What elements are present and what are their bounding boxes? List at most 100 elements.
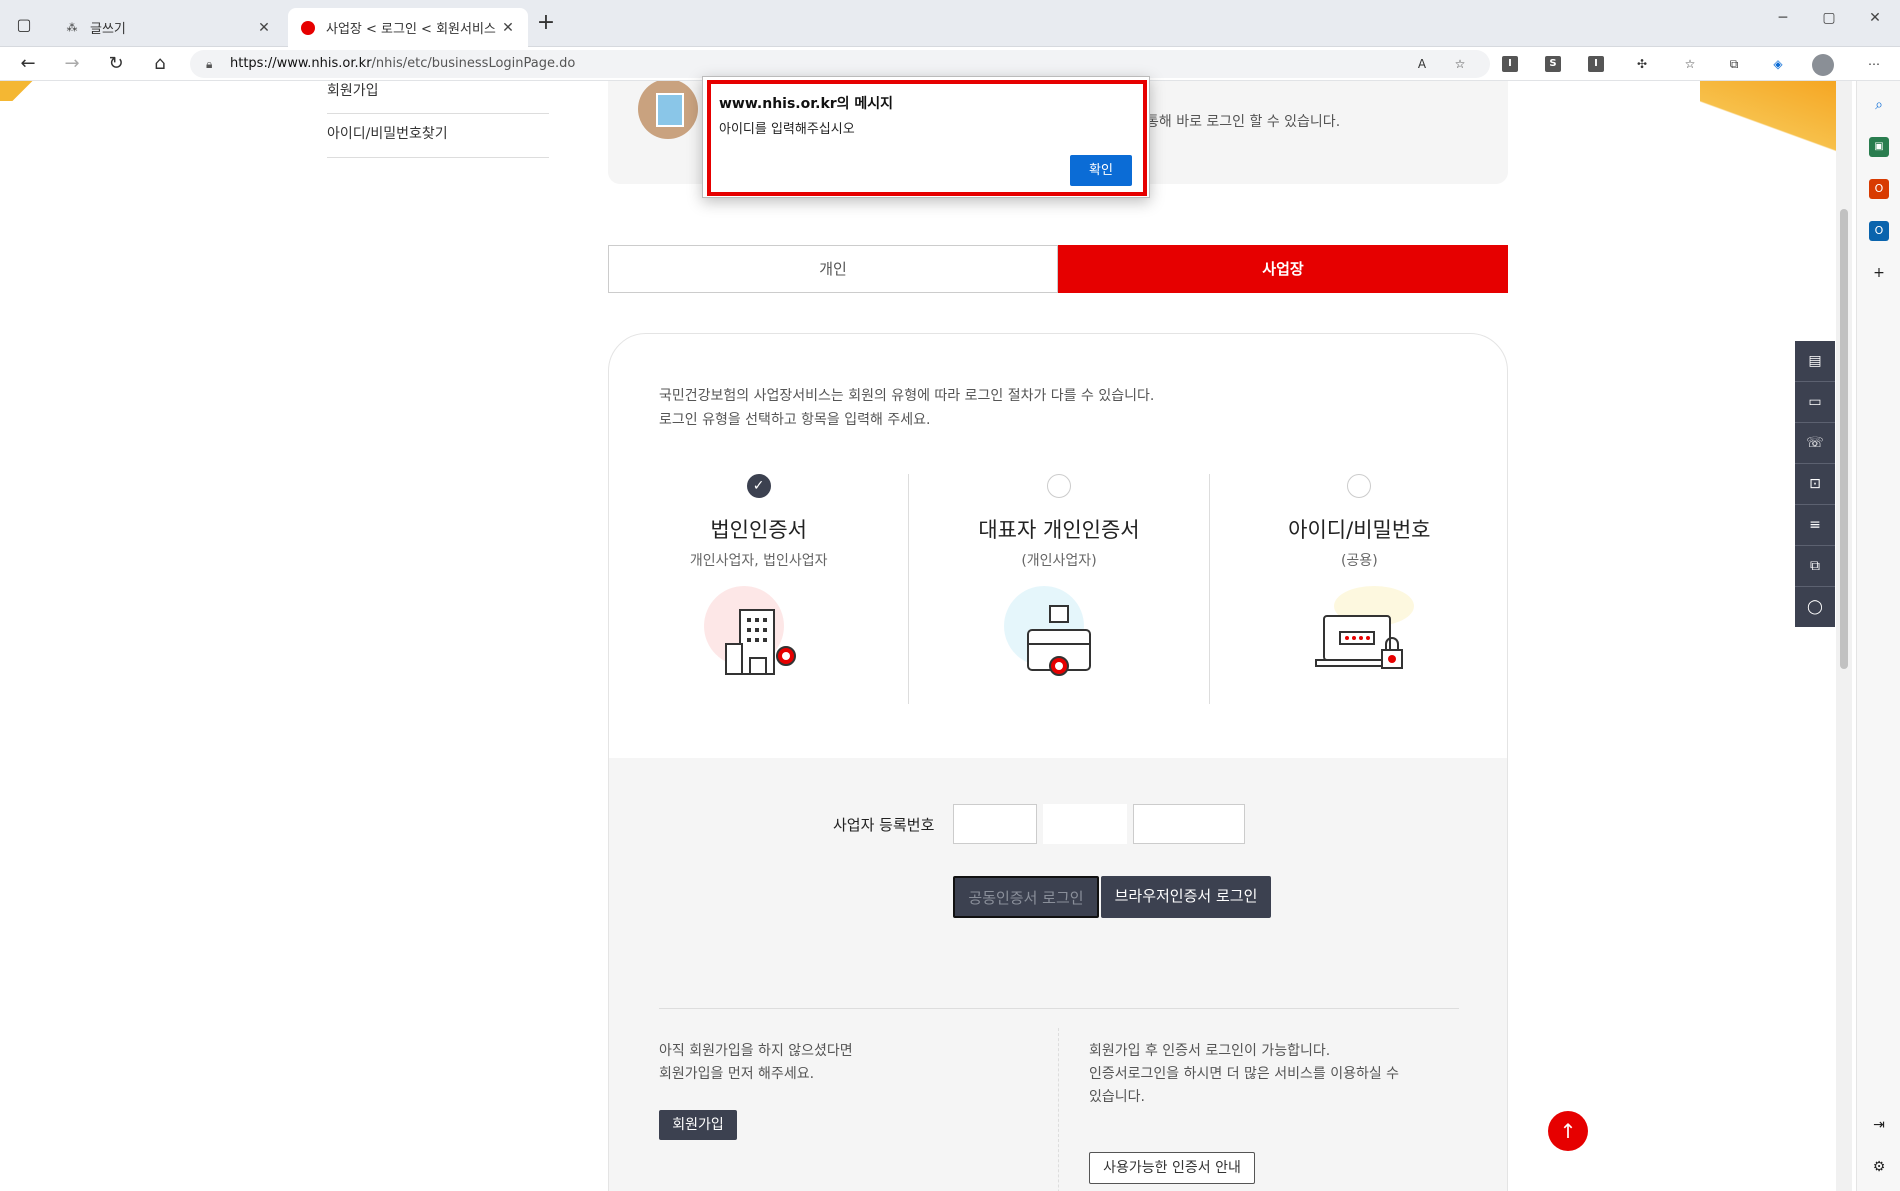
collections-icon[interactable]: ⧉ (1724, 54, 1744, 74)
tab-actions-icon[interactable]: ▢ (12, 12, 36, 36)
scroll-to-top-icon[interactable]: ↑ (1548, 1111, 1588, 1151)
briefcase-cert-icon (1003, 586, 1114, 696)
close-tab-icon[interactable]: ✕ (500, 20, 516, 36)
quick-menu-lock-icon[interactable]: ⊡ (1795, 464, 1835, 505)
nav-item-signup[interactable]: 회원가입 (327, 81, 549, 114)
available-cert-guide-button[interactable]: 사용가능한 인증서 안내 (1089, 1152, 1255, 1184)
laptop-lock-icon (1304, 586, 1415, 696)
browser-tab-bar: ▢ ⁂ 글쓰기 ✕ 사업장 < 로그인 < 회원서비스 < ✕ + ─ ▢ ✕ (0, 0, 1900, 47)
browser-cert-login-button[interactable]: 브라우저인증서 로그인 (1101, 876, 1271, 918)
tab-business[interactable]: 사업장 (1058, 245, 1508, 293)
guide-line: 회원가입을 먼저 해주세요. (659, 1066, 815, 1082)
quick-menu-document-icon[interactable]: ▤ (1795, 341, 1835, 382)
browser-essentials-icon[interactable]: ◈ (1768, 54, 1788, 74)
new-tab-icon[interactable]: + (534, 12, 558, 36)
office-icon[interactable]: O (1869, 179, 1889, 199)
dots-favicon-icon: ⁂ (66, 21, 78, 34)
cert-guide: 회원가입 후 인증서 로그인이 가능합니다. 인증서로그인을 하시면 더 많은 … (1089, 1040, 1399, 1109)
close-tab-icon[interactable]: ✕ (256, 20, 272, 36)
outlook-icon[interactable]: O (1869, 221, 1889, 241)
quick-menu-copy-icon[interactable]: ⧉ (1795, 546, 1835, 587)
guide-line: 인증서로그인을 하시면 더 많은 서비스를 이용하실 수 (1089, 1066, 1400, 1082)
quick-menu: ▤ ▭ ☏ ⊡ ≡ ⧉ ◯ (1795, 341, 1835, 627)
intro-text: 국민건강보험의 사업장서비스는 회원의 유형에 따라 로그인 절차가 다를 수 … (659, 384, 1154, 432)
guide-line: 아직 회원가입을 하지 않으셨다면 (659, 1043, 853, 1059)
building-icon (638, 81, 698, 139)
refresh-icon[interactable]: ↻ (102, 52, 130, 76)
info-text: 통해 바로 로그인 할 수 있습니다. (1146, 114, 1341, 130)
option-rep-personal-cert[interactable]: 대표자 개인인증서 (개인사업자) (908, 474, 1208, 704)
extension-icon[interactable]: I (1502, 56, 1518, 72)
tab-title: 글쓰기 (90, 22, 126, 37)
forward-icon[interactable]: → (58, 52, 86, 76)
nhis-favicon-icon (300, 20, 316, 36)
extension-icon[interactable]: I (1588, 56, 1604, 72)
quick-menu-monitor-icon[interactable]: ▭ (1795, 382, 1835, 423)
tab-personal[interactable]: 개인 (608, 245, 1058, 293)
radio-icon[interactable] (1347, 474, 1372, 498)
option-subtitle: (개인사업자) (1021, 553, 1097, 569)
login-type-tabs: 개인 사업장 (608, 245, 1508, 293)
quick-menu-phone-icon[interactable]: ☏ (1795, 423, 1835, 464)
option-id-password[interactable]: 아이디/비밀번호 (공용) (1208, 474, 1507, 704)
biz-number-input-1[interactable] (953, 804, 1037, 844)
biz-number-input-2[interactable] (1043, 804, 1127, 844)
url-path: /nhis/etc/businessLoginPage.do (371, 56, 576, 71)
url-host: https://www.nhis.or.kr (230, 56, 372, 71)
vertical-divider (1058, 1028, 1059, 1191)
guide-line: 있습니다. (1089, 1089, 1145, 1105)
scrollbar-thumb[interactable] (1840, 209, 1848, 669)
quick-menu-chat-icon[interactable]: ◯ (1795, 587, 1835, 628)
browser-tab[interactable]: ⁂ 글쓰기 ✕ (52, 8, 284, 47)
login-type-options: ✓ 법인인증서 개인사업자, 법인사업자 대표자 개인인증서 (개인사업자) 아… (609, 474, 1507, 704)
extension-icon[interactable]: S (1545, 56, 1561, 72)
home-icon[interactable]: ⌂ (146, 52, 174, 76)
address-input[interactable]: 🔒︎ https://www.nhis.or.kr/nhis/etc/busin… (190, 50, 1490, 78)
intro-line: 로그인 유형을 선택하고 항목을 입력해 주세요. (659, 412, 931, 428)
nav-item-find-id[interactable]: 아이디/비밀번호찾기 (327, 114, 549, 158)
option-corporate-cert[interactable]: ✓ 법인인증서 개인사업자, 법인사업자 (609, 474, 908, 704)
more-menu-icon[interactable]: ⋯ (1864, 54, 1884, 74)
dialog-ok-button[interactable]: 확인 (1070, 155, 1132, 186)
left-nav: 회원가입 아이디/비밀번호찾기 (327, 81, 549, 158)
alert-dialog: www.nhis.or.kr의 메시지 아이디를 입력해주십시오 확인 (702, 76, 1150, 198)
guide-line: 회원가입 후 인증서 로그인이 가능합니다. (1089, 1043, 1331, 1059)
login-card: 국민건강보험의 사업장서비스는 회원의 유형에 따라 로그인 절차가 다를 수 … (608, 333, 1508, 1191)
sidebar-toggle-icon[interactable]: ⇥ (1869, 1115, 1889, 1135)
add-icon[interactable]: + (1869, 263, 1889, 283)
browser-tab-active[interactable]: 사업장 < 로그인 < 회원서비스 < ✕ (288, 8, 528, 47)
shopping-icon[interactable]: ▣ (1869, 137, 1889, 157)
building-cert-icon (703, 586, 814, 696)
minimize-icon[interactable]: ─ (1760, 10, 1806, 26)
signup-button[interactable]: 회원가입 (659, 1110, 737, 1140)
lock-icon: 🔒︎ (206, 57, 213, 71)
favorites-icon[interactable]: ☆ (1680, 54, 1700, 74)
option-subtitle: 개인사업자, 법인사업자 (689, 553, 828, 569)
public-cert-login-button[interactable]: 공동인증서 로그인 (953, 876, 1099, 918)
search-icon[interactable]: ⌕ (1869, 95, 1889, 115)
divider (659, 1008, 1459, 1009)
profile-avatar[interactable] (1812, 54, 1834, 76)
biz-number-label: 사업자 등록번호 (833, 816, 935, 834)
biz-number-input-3[interactable] (1133, 804, 1245, 844)
option-title: 아이디/비밀번호 (1288, 518, 1431, 542)
settings-icon[interactable]: ⚙ (1869, 1157, 1889, 1177)
maximize-icon[interactable]: ▢ (1806, 10, 1852, 26)
option-title: 대표자 개인인증서 (978, 518, 1140, 542)
radio-icon[interactable] (1046, 474, 1071, 498)
read-aloud-icon[interactable]: A (1412, 54, 1432, 74)
tab-title: 사업장 < 로그인 < 회원서비스 < (326, 22, 500, 37)
edge-sidebar: ⌕ ▣ O O + ⇥ ⚙ (1856, 81, 1900, 1191)
dialog-title: www.nhis.or.kr의 메시지 (719, 96, 894, 112)
page-scrollbar[interactable] (1836, 81, 1852, 1191)
decoration-wheat-left (0, 81, 60, 101)
back-icon[interactable]: ← (14, 52, 42, 76)
add-favorite-icon[interactable]: ☆ (1450, 54, 1470, 74)
check-icon[interactable]: ✓ (746, 474, 771, 498)
option-title: 법인인증서 (710, 518, 807, 542)
quick-menu-list-icon[interactable]: ≡ (1795, 505, 1835, 546)
extensions-puzzle-icon[interactable]: ✣ (1632, 54, 1652, 74)
intro-line: 국민건강보험의 사업장서비스는 회원의 유형에 따라 로그인 절차가 다를 수 … (659, 388, 1155, 404)
decoration-wheat-right (1700, 81, 1836, 185)
window-close-icon[interactable]: ✕ (1852, 10, 1898, 26)
